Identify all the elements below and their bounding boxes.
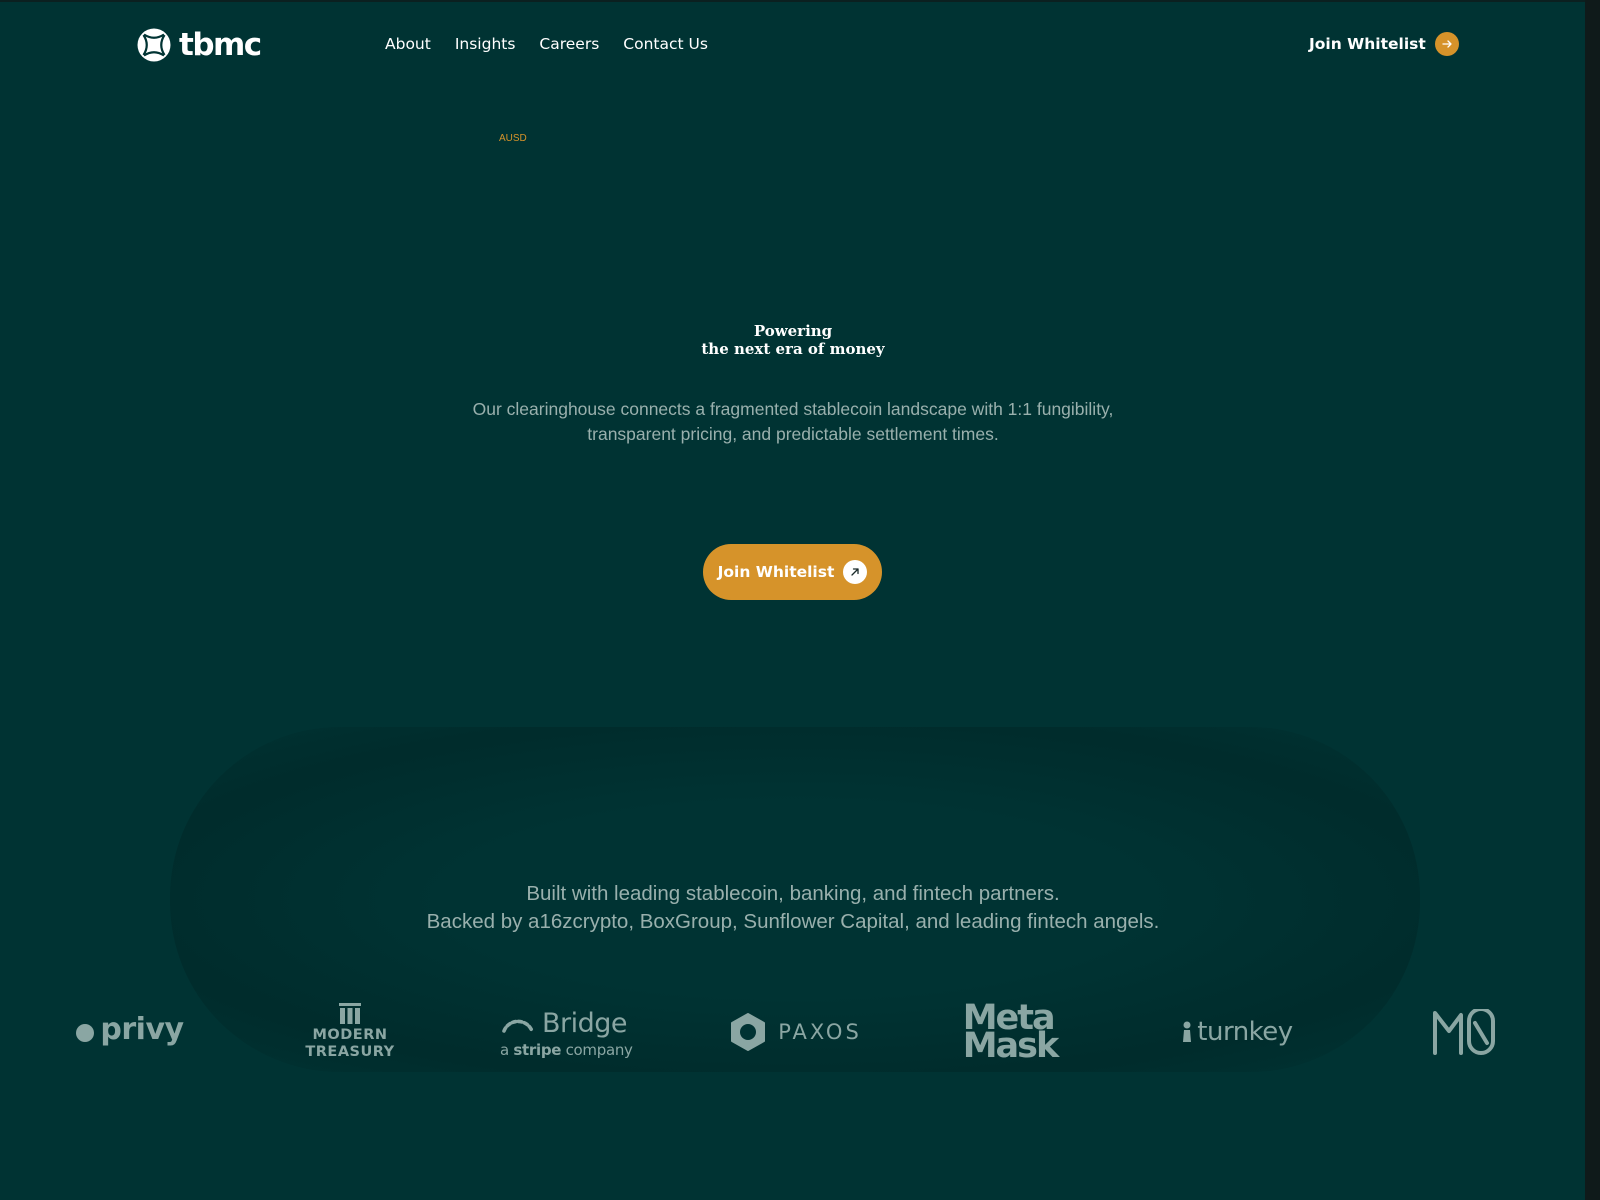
- nav-about[interactable]: About: [385, 35, 431, 53]
- header-cta-label: Join Whitelist: [1309, 35, 1426, 53]
- partner-logo-metamask: Meta Mask: [950, 992, 1070, 1072]
- nav-contact-us[interactable]: Contact Us: [623, 35, 708, 53]
- modern-treasury-pillar-icon: [339, 1003, 361, 1024]
- arrow-right-icon: [1434, 32, 1459, 56]
- brand-logo[interactable]: tbmc: [137, 27, 262, 63]
- modern-treasury-line2: TREASURY: [305, 1044, 395, 1060]
- nav-insights[interactable]: Insights: [455, 35, 516, 53]
- partner-logo-paxos: PAXOS: [725, 992, 865, 1072]
- privy-wordmark: privy: [100, 1011, 184, 1047]
- hero-subtitle: Our clearinghouse connects a fragmented …: [393, 397, 1193, 447]
- partner-logo-m0: [1420, 992, 1510, 1072]
- paxos-wordmark: PAXOS: [778, 1020, 862, 1044]
- privy-dot-icon: [76, 1024, 95, 1042]
- paxos-hexagon-icon: [731, 1013, 766, 1051]
- page: tbmc About Insights Careers Contact Us J…: [0, 0, 1585, 1200]
- m0-monogram-icon: [1433, 1009, 1495, 1055]
- bridge-arc-icon: [502, 1019, 534, 1033]
- site-header: tbmc About Insights Careers Contact Us J…: [0, 2, 1585, 88]
- partner-logo-turnkey: turnkey: [1177, 992, 1297, 1072]
- arrow-up-right-icon: [843, 560, 868, 584]
- logo-sphere-icon: [137, 28, 171, 62]
- window-scroll-gutter: [1585, 0, 1600, 1200]
- modern-treasury-line1: MODERN: [312, 1027, 388, 1043]
- hero-cta-label: Join Whitelist: [717, 563, 835, 581]
- metamask-line2: Mask: [962, 1026, 1060, 1066]
- nav-careers[interactable]: Careers: [539, 35, 599, 53]
- hero-title-line2: the next era of money: [701, 340, 885, 358]
- bridge-wordmark: Bridge: [542, 1007, 628, 1039]
- hero-chip-ausd: AUSD: [499, 133, 527, 144]
- hero-subtitle-line2: transparent pricing, and predictable set…: [587, 424, 999, 444]
- hero-title: Powering the next era of money: [600, 322, 986, 358]
- bridge-sub-company: company: [565, 1041, 633, 1059]
- turnkey-key-icon: [1183, 1021, 1192, 1042]
- partner-logo-privy: privy: [70, 992, 190, 1072]
- bridge-subline: a stripe company: [500, 1041, 633, 1059]
- partner-logos-row: privy MODERN TREASURY Bridge a stripe co…: [0, 992, 1585, 1072]
- modern-treasury-wordmark: MODERN TREASURY: [305, 1027, 394, 1061]
- main-nav: About Insights Careers Contact Us: [385, 35, 708, 53]
- partners-line1: Built with leading stablecoin, banking, …: [526, 882, 1060, 905]
- metamask-wordmark: Meta Mask: [963, 1001, 1060, 1064]
- hero-join-whitelist-button[interactable]: Join Whitelist: [703, 544, 882, 600]
- partners-description: Built with leading stablecoin, banking, …: [393, 880, 1193, 936]
- hero-subtitle-line1: Our clearinghouse connects a fragmented …: [472, 399, 1114, 419]
- hero-title-line1: Powering: [753, 322, 833, 340]
- partners-line2: Backed by a16zcrypto, BoxGroup, Sunflowe…: [426, 910, 1160, 933]
- partner-logo-bridge: Bridge a stripe company: [500, 992, 645, 1072]
- brand-name: tbmc: [179, 27, 262, 63]
- bridge-sub-stripe: stripe: [513, 1041, 562, 1059]
- bridge-sub-a: a: [500, 1041, 509, 1059]
- header-join-whitelist-button[interactable]: Join Whitelist: [1309, 32, 1459, 56]
- turnkey-wordmark: turnkey: [1197, 1017, 1293, 1047]
- partner-logo-modern-treasury: MODERN TREASURY: [300, 992, 400, 1072]
